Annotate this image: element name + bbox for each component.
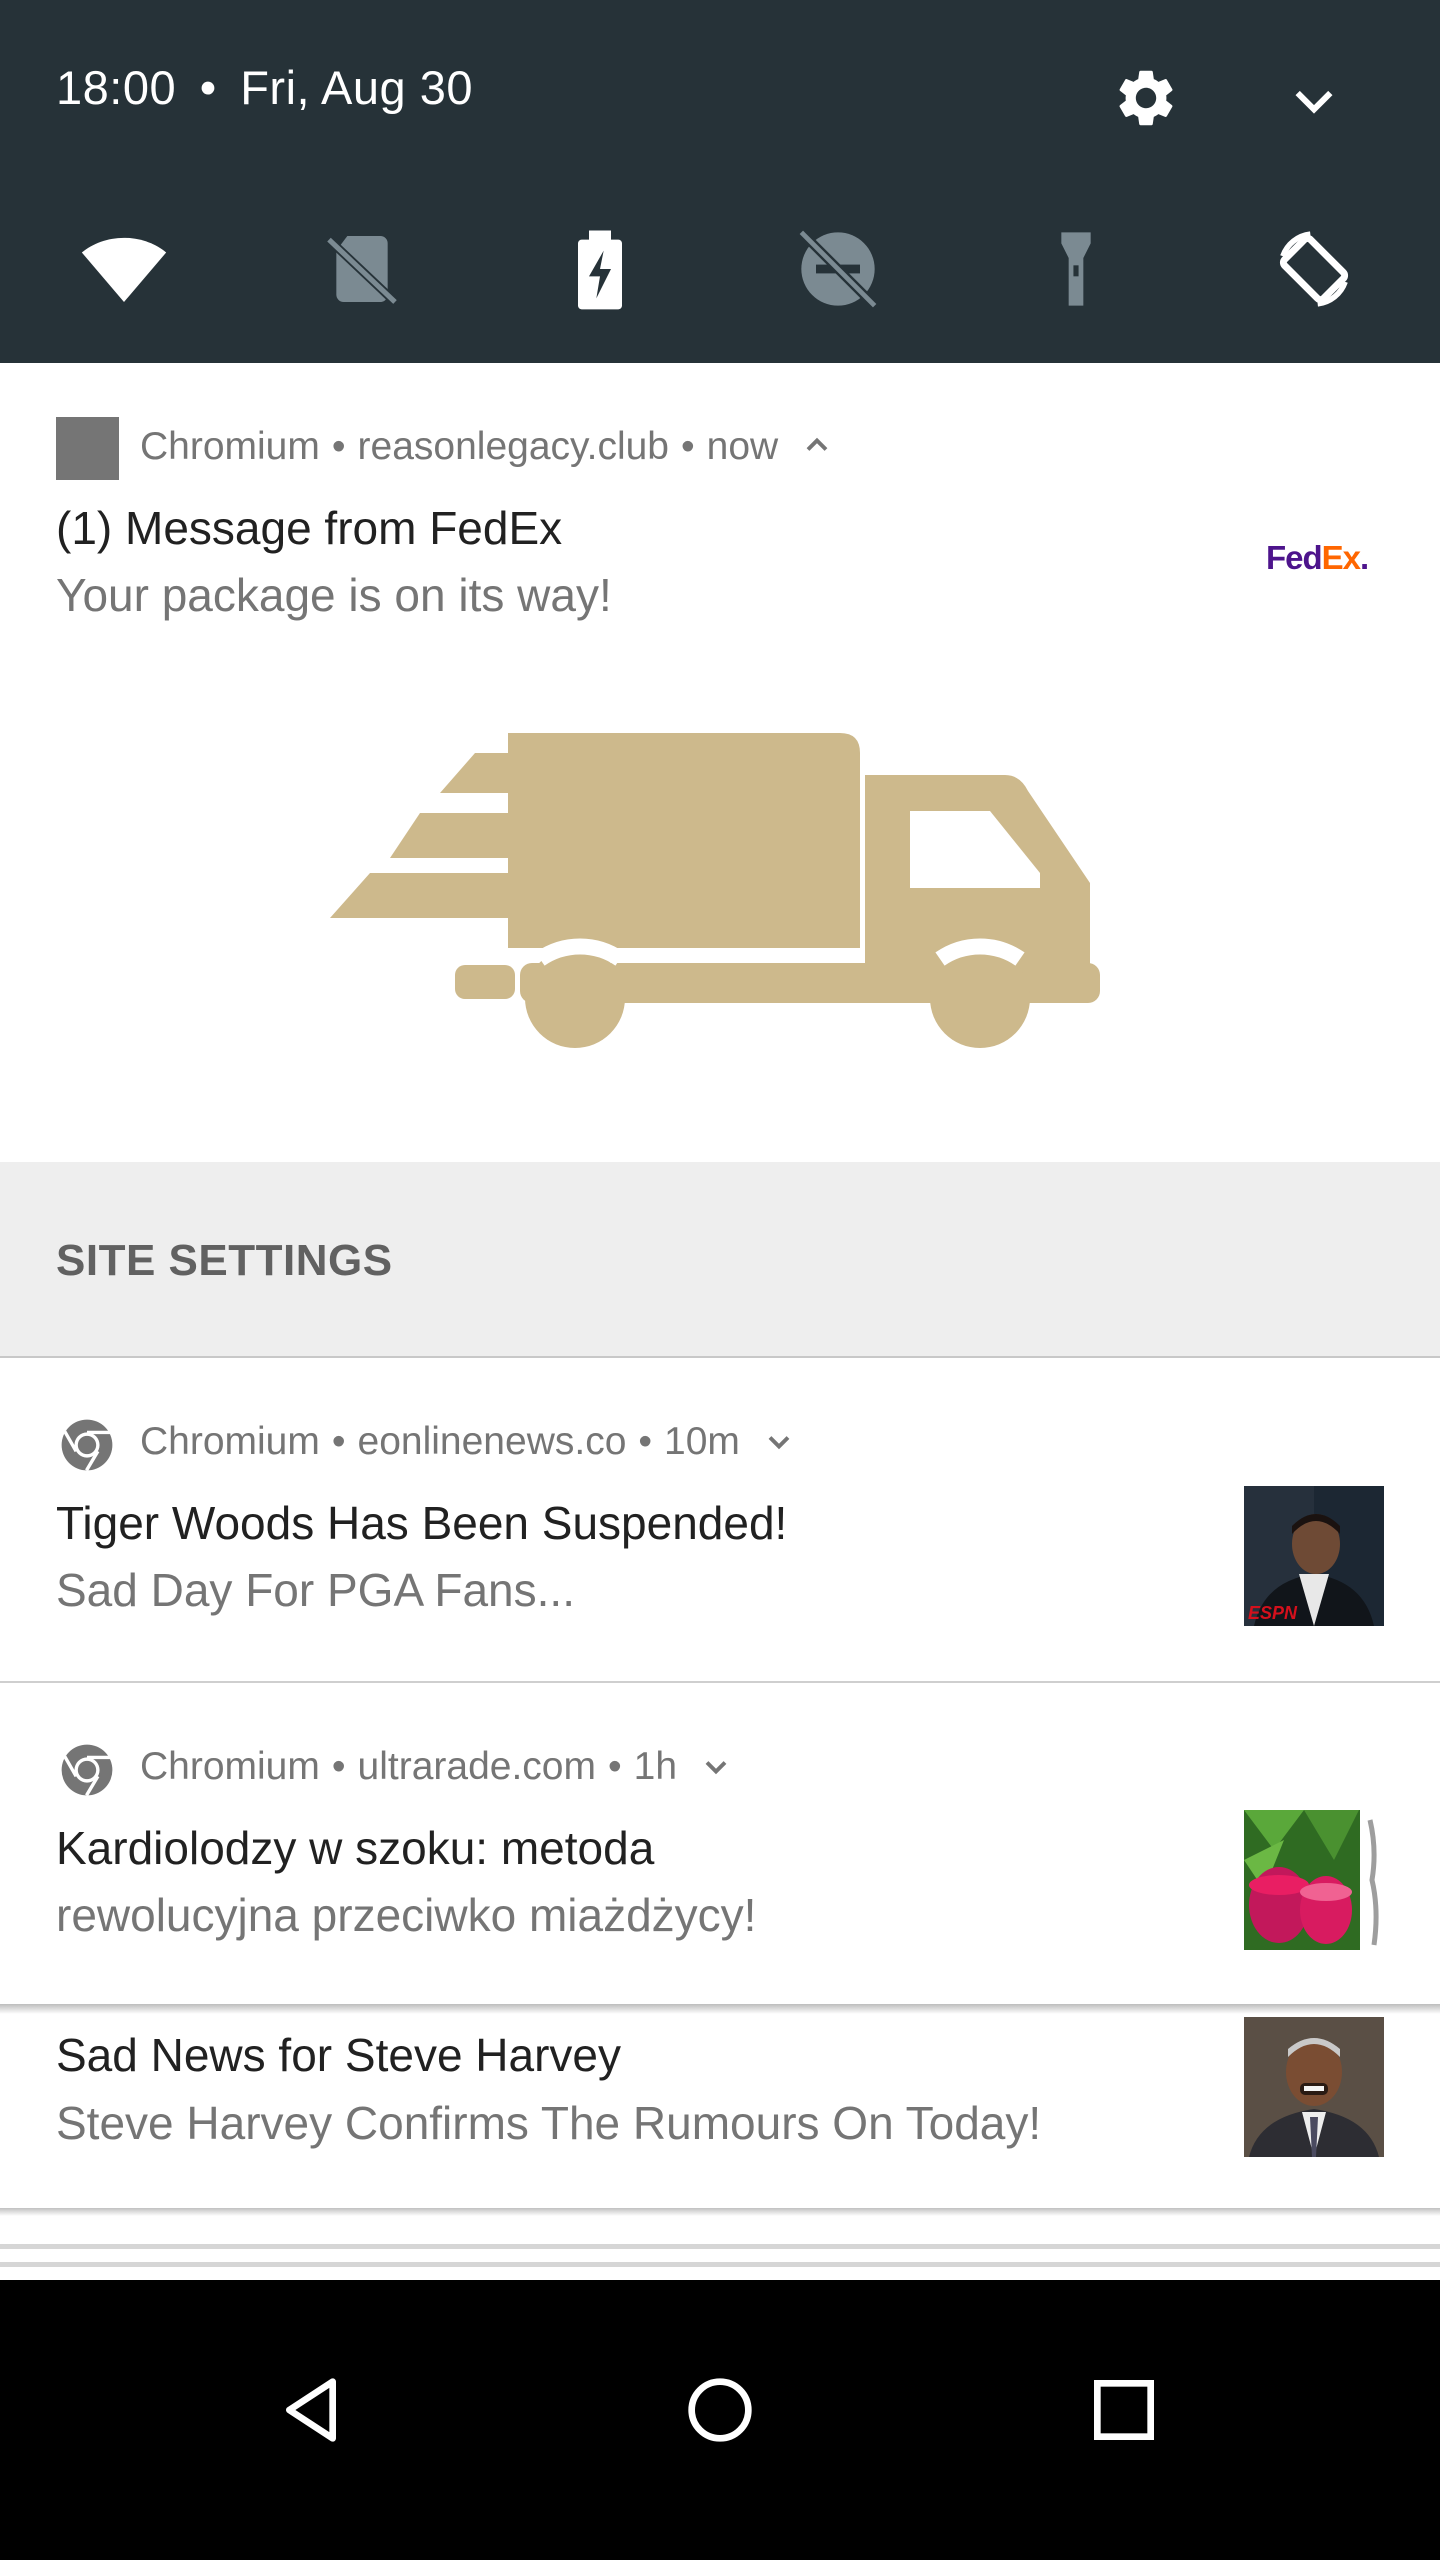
gear-icon[interactable]	[1112, 64, 1180, 132]
notification-fedex[interactable]: Chromium • reasonlegacy.club • now (1) Messa…	[0, 363, 1440, 1163]
notification-tiger-woods[interactable]: Chromium • eonlinenews.co • 10m Tiger Woods …	[0, 1358, 1440, 1681]
app-name: Chromium	[140, 425, 320, 468]
site-name: ultrarade.com	[357, 1745, 596, 1788]
back-icon[interactable]	[276, 2370, 356, 2450]
espn-watermark: ESPN	[1248, 1603, 1298, 1623]
stacked-notification-edge	[0, 2262, 1440, 2267]
site-settings-label: SITE SETTINGS	[56, 1236, 393, 1285]
notification-time: 10m	[664, 1420, 740, 1463]
notification-header: Chromium • reasonlegacy.club • now	[140, 425, 835, 469]
notification-header: Chromium • eonlinenews.co • 10m	[140, 1420, 797, 1464]
recents-icon[interactable]	[1084, 2370, 1164, 2450]
site-favicon	[56, 417, 119, 480]
chromium-icon	[61, 1744, 113, 1797]
notification-time: 1h	[633, 1745, 678, 1788]
site-name: reasonlegacy.club	[357, 425, 669, 468]
quick-settings-panel: 18:00 • Fri, Aug 30	[0, 0, 1440, 363]
chromium-icon	[61, 1419, 113, 1472]
auto-rotate-icon[interactable]	[1270, 225, 1358, 313]
app-name: Chromium	[140, 1745, 320, 1788]
home-icon[interactable]	[680, 2370, 760, 2450]
notification-title: Sad News for Steve Harvey	[56, 2029, 622, 2081]
site-settings-button[interactable]: SITE SETTINGS	[0, 1162, 1440, 1358]
shadow	[0, 2208, 1440, 2216]
notification-header: Chromium • ultrarade.com • 1h	[140, 1745, 734, 1789]
notification-text: Sad Day For PGA Fans...	[56, 1564, 575, 1616]
do-not-disturb-off-icon[interactable]	[794, 225, 882, 313]
chevron-down-icon[interactable]	[1286, 72, 1342, 128]
stacked-notification-edge	[0, 2244, 1440, 2249]
chevron-down-icon[interactable]	[761, 1424, 797, 1460]
separator: •	[199, 61, 217, 114]
notification-kardiolodzy[interactable]: Chromium • ultrarade.com • 1h Kardiolodzy w …	[0, 1683, 1440, 2005]
notification-steve-harvey[interactable]: Sad News for Steve Harvey Steve Harvey C…	[0, 2014, 1440, 2208]
shadow	[0, 2004, 1440, 2014]
app-name: Chromium	[140, 1420, 320, 1463]
notification-thumbnail: ESPN	[1244, 1486, 1384, 1626]
status-time-date: 18:00 • Fri, Aug 30	[56, 60, 473, 115]
date: Fri, Aug 30	[240, 61, 474, 114]
navigation-bar	[0, 2280, 1440, 2560]
clock: 18:00	[56, 61, 177, 114]
notification-title: (1) Message from FedEx	[56, 502, 563, 554]
notification-thumbnail	[1244, 1810, 1384, 1950]
notification-title: Kardiolodzy w szoku: metoda	[56, 1822, 655, 1874]
no-sim-icon[interactable]	[318, 225, 406, 313]
notification-title: Tiger Woods Has Been Suspended!	[56, 1497, 788, 1549]
notification-thumbnail	[1244, 2017, 1384, 2157]
site-name: eonlinenews.co	[357, 1420, 627, 1463]
battery-charging-icon[interactable]	[556, 225, 644, 313]
flashlight-icon[interactable]	[1032, 225, 1120, 313]
notification-time: now	[706, 425, 779, 468]
notification-text: Your package is on its way!	[56, 569, 612, 621]
chevron-down-icon[interactable]	[698, 1749, 734, 1785]
notification-text: Steve Harvey Confirms The Rumours On Tod…	[56, 2097, 1042, 2149]
notification-text: rewolucyjna przeciwko miażdżycy!	[56, 1889, 757, 1941]
chevron-up-icon[interactable]	[799, 427, 835, 463]
wifi-icon[interactable]	[80, 225, 168, 313]
fedex-logo: FedEx.	[1266, 539, 1369, 576]
